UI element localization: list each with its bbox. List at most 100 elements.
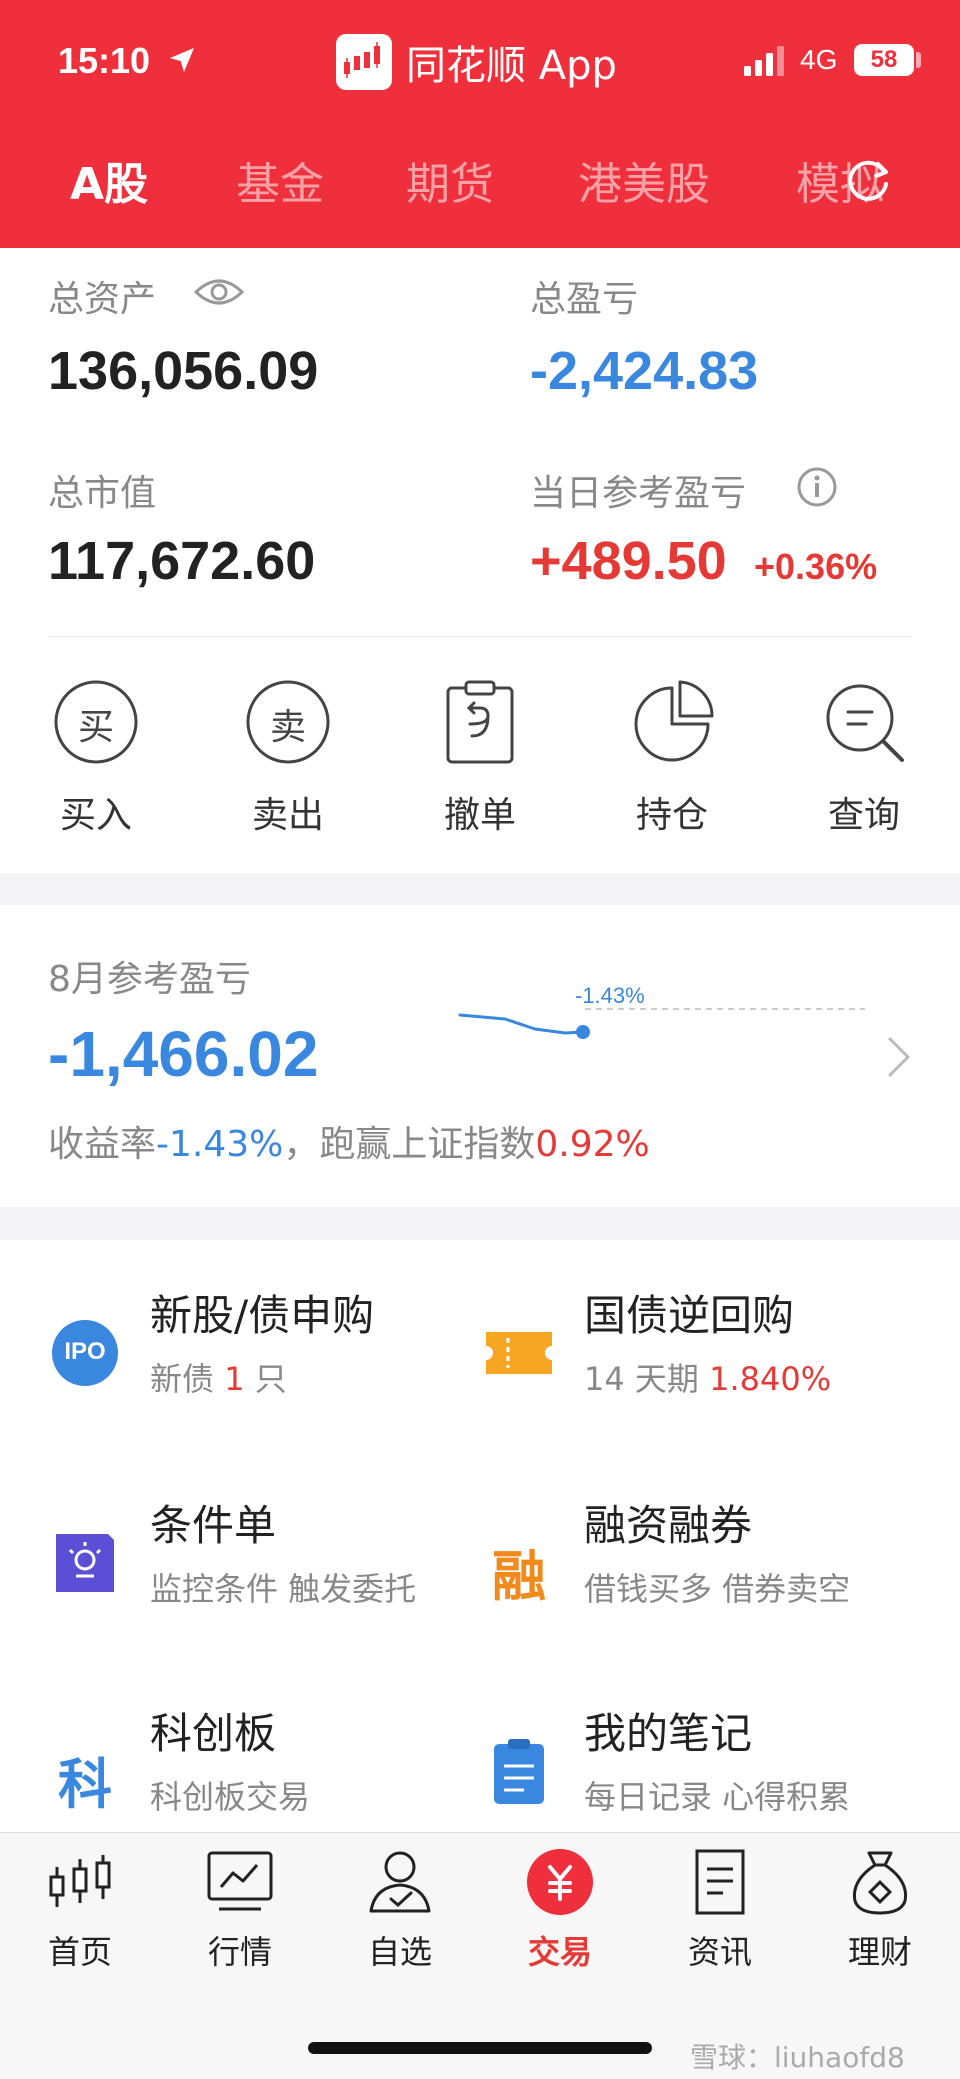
margin-icon: 融 (484, 1528, 554, 1608)
app-return-badge[interactable]: 同花顺 App (336, 32, 617, 92)
nav-market[interactable]: 行情 (175, 1847, 305, 1973)
market-value-value: 117,672.60 (48, 531, 316, 591)
ipo-sub-prefix: 新债 (150, 1360, 225, 1398)
total-assets-label: 总资产 (48, 279, 157, 320)
monthly-yield-line: 收益率-1.43%，跑赢上证指数0.92% (48, 1115, 650, 1167)
my-notes-subtitle: 每日记录 心得积累 (584, 1778, 851, 1816)
news-icon (685, 1847, 755, 1917)
ticket-icon (484, 1318, 554, 1388)
condition-order-subtitle: 监控条件 触发委托 (150, 1570, 417, 1608)
ipo-sub-count: 1 (224, 1360, 245, 1398)
notes-icon (484, 1736, 554, 1806)
query-button[interactable]: 查询 (804, 678, 924, 848)
tab-funds[interactable]: 基金 (236, 148, 324, 212)
status-time: 15:10 (58, 40, 151, 81)
app-name: 同花顺 App (406, 43, 617, 89)
refresh-icon[interactable] (840, 152, 896, 208)
treasury-repo-item[interactable]: 国债逆回购 14 天期 1.840% (484, 1282, 914, 1442)
monthly-pnl-card[interactable]: 8月参考盈亏 -1,466.02 收益率-1.43%，跑赢上证指数0.92% -… (0, 905, 960, 1207)
battery-tip (916, 52, 921, 68)
sell-label: 卖出 (251, 795, 324, 836)
monthly-pnl-title: 8月参考盈亏 (48, 959, 251, 1000)
condition-order-title: 条件单 (150, 1501, 277, 1550)
daily-pnl-label: 当日参考盈亏 (530, 473, 747, 514)
section-divider (48, 636, 912, 637)
star-market-icon-text: 科 (58, 1753, 112, 1816)
nav-wealth-label: 理财 (847, 1933, 912, 1971)
network-type: 4G (800, 44, 838, 75)
info-icon[interactable] (796, 466, 838, 508)
yield-label: 收益率 (48, 1124, 157, 1165)
feature-grid: IPO 新股/债申购 新债 1 只 国债逆回购 14 天期 1.840% 条件单… (0, 1240, 960, 1832)
home-indicator[interactable] (308, 2042, 652, 2054)
my-notes-item[interactable]: 我的笔记 每日记录 心得积累 (484, 1700, 914, 1832)
treasury-repo-title: 国债逆回购 (584, 1291, 795, 1340)
ipo-subscription-item[interactable]: IPO 新股/债申购 新债 1 只 (50, 1282, 480, 1442)
margin-trading-subtitle: 借钱买多 借券卖空 (584, 1570, 851, 1608)
market-value-label: 总市值 (48, 473, 157, 514)
sparkline-label: -1.43% (575, 985, 645, 1008)
chevron-right-icon[interactable] (884, 1035, 914, 1079)
margin-trading-title: 融资融券 (584, 1501, 753, 1550)
monthly-pnl-value: -1,466.02 (48, 1018, 319, 1090)
sell-button[interactable]: 卖 卖出 (228, 678, 348, 848)
daily-pnl-percent: +0.36% (754, 546, 878, 587)
nav-market-label: 行情 (207, 1933, 272, 1971)
margin-trading-item[interactable]: 融 融资融券 借钱买多 借券卖空 (484, 1492, 914, 1652)
nav-home-label: 首页 (47, 1933, 112, 1971)
total-pnl-label: 总盈亏 (530, 279, 639, 320)
ipo-subtitle: 新债 1 只 (150, 1354, 287, 1400)
buy-glyph: 买 (77, 707, 114, 748)
sell-glyph: 卖 (269, 707, 306, 748)
compare-label: ，跑赢上证指数 (283, 1124, 536, 1165)
tab-hk-us-stocks[interactable]: 港美股 (578, 148, 710, 212)
nav-news[interactable]: 资讯 (655, 1847, 785, 1973)
nav-trade-label: 交易 (527, 1933, 592, 1971)
market-icon (205, 1847, 275, 1917)
condition-order-icon (50, 1528, 120, 1598)
watermark: 雪球：liuhaofd8 (690, 2041, 905, 2074)
nav-trade[interactable]: 交易 (495, 1847, 625, 1973)
star-market-title: 科创板 (150, 1709, 277, 1758)
location-arrow-icon (170, 48, 194, 72)
total-pnl-value: -2,424.83 (530, 341, 759, 401)
repo-sub-rate: 1.840% (709, 1360, 832, 1398)
daily-pnl-value: +489.50 (530, 531, 727, 591)
yield-value: -1.43% (156, 1124, 284, 1165)
star-market-item[interactable]: 科 科创板 科创板交易 (50, 1700, 480, 1832)
position-icon (628, 678, 716, 766)
buy-icon: 买 (52, 678, 140, 766)
watchlist-icon (365, 1847, 435, 1917)
tab-a-shares[interactable]: A股 (70, 148, 148, 212)
condition-order-item[interactable]: 条件单 监控条件 触发委托 (50, 1492, 480, 1652)
query-icon (820, 678, 908, 766)
star-market-subtitle: 科创板交易 (150, 1778, 311, 1816)
signal-icon (744, 46, 784, 76)
cancel-order-button[interactable]: 撤单 (420, 678, 540, 848)
star-market-icon: 科 (50, 1736, 120, 1816)
trade-icon (525, 1847, 595, 1917)
nav-wealth[interactable]: 理财 (815, 1847, 945, 1973)
app-logo-icon (336, 34, 392, 90)
cancel-order-label: 撤单 (443, 795, 516, 836)
nav-news-label: 资讯 (687, 1933, 752, 1971)
position-button[interactable]: 持仓 (612, 678, 732, 848)
tab-futures[interactable]: 期货 (406, 148, 494, 212)
ipo-icon: IPO (50, 1318, 120, 1388)
asset-summary-card: 总资产 136,056.09 总盈亏 -2,424.83 总市值 117,672… (0, 248, 960, 873)
my-notes-title: 我的笔记 (584, 1709, 753, 1758)
nav-watchlist-label: 自选 (367, 1933, 432, 1971)
wealth-icon (845, 1847, 915, 1917)
cancel-order-icon (436, 678, 524, 766)
ipo-icon-text: IPO (64, 1338, 106, 1365)
nav-watchlist[interactable]: 自选 (335, 1847, 465, 1973)
market-tabs: A股 基金 期货 港美股 模拟 (0, 148, 960, 228)
buy-button[interactable]: 买 买入 (36, 678, 156, 848)
home-icon (45, 1847, 115, 1917)
total-assets-value: 136,056.09 (48, 341, 319, 401)
eye-icon[interactable] (194, 274, 244, 310)
status-bar: 15:10 同花顺 App 4G 58 (0, 0, 960, 125)
app-header: 15:10 同花顺 App 4G 58 A股 基金 期货 港美股 模拟 (0, 0, 960, 248)
nav-home[interactable]: 首页 (15, 1847, 145, 1973)
compare-value: 0.92% (535, 1124, 650, 1165)
